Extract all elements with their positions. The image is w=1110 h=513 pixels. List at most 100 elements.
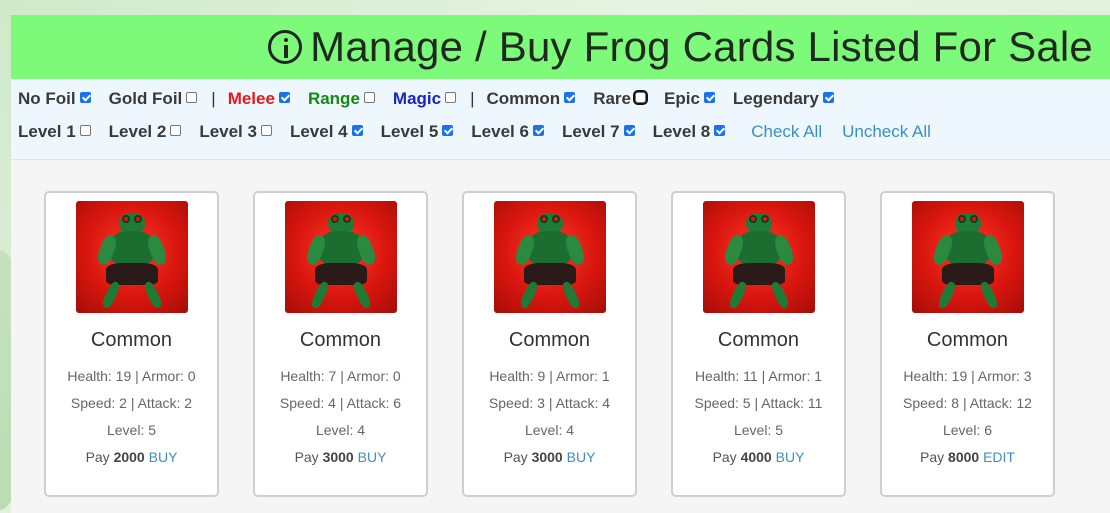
filter-checkbox[interactable] bbox=[79, 124, 91, 136]
filter-checkbox[interactable] bbox=[633, 89, 648, 105]
filter-level-7[interactable]: Level 7 bbox=[562, 122, 635, 142]
filter-checkbox[interactable] bbox=[260, 124, 272, 136]
filter-row-type: No Foil Gold Foil | Melee Range Magic | Common R… bbox=[18, 89, 852, 109]
frog-card[interactable]: Common Health: 19 | Armor: 0 Speed: 2 | … bbox=[44, 191, 219, 497]
card-action-link[interactable]: BUY bbox=[358, 449, 387, 465]
filter-separator: | bbox=[211, 89, 216, 108]
card-speed-attack: Speed: 5 | Attack: 11 bbox=[694, 395, 823, 411]
filter-checkbox[interactable] bbox=[186, 91, 198, 103]
filter-checkbox[interactable] bbox=[442, 124, 454, 136]
filter-checkbox[interactable] bbox=[445, 91, 457, 103]
filter-label: Level 7 bbox=[561, 122, 620, 141]
filter-level-1[interactable]: Level 1 bbox=[18, 122, 91, 142]
filter-label: Level 1 bbox=[18, 122, 76, 141]
filter-separator: | bbox=[470, 89, 475, 108]
filter-no-foil[interactable]: No Foil bbox=[18, 89, 91, 109]
page-title: Manage / Buy Frog Cards Listed For Sale bbox=[310, 23, 1093, 70]
card-price: Pay 2000 BUY bbox=[46, 449, 217, 465]
filter-range[interactable]: Range bbox=[308, 89, 375, 109]
price-value: 2000 bbox=[113, 449, 145, 465]
price-value: 3000 bbox=[531, 449, 563, 465]
pay-label: Pay bbox=[712, 449, 737, 465]
filter-bar: No Foil Gold Foil | Melee Range Magic | Common R… bbox=[11, 79, 1110, 160]
frog-card-image bbox=[284, 201, 397, 313]
filter-common[interactable]: Common bbox=[487, 89, 576, 109]
filter-row-level: Level 1 Level 2 Level 3 Level 4 Level 5 Level… bbox=[18, 122, 951, 142]
filter-label: Gold Foil bbox=[108, 89, 183, 108]
card-health-armor: Health: 7 | Armor: 0 bbox=[280, 368, 401, 384]
filter-checkbox[interactable] bbox=[351, 124, 363, 136]
card-speed-attack: Speed: 4 | Attack: 6 bbox=[279, 395, 402, 411]
filter-level-6[interactable]: Level 6 bbox=[471, 122, 544, 142]
filter-epic[interactable]: Epic bbox=[664, 89, 715, 109]
filter-level-8[interactable]: Level 8 bbox=[653, 122, 726, 142]
filter-checkbox[interactable] bbox=[714, 124, 726, 136]
card-action-link[interactable]: BUY bbox=[776, 449, 805, 465]
frog-card[interactable]: Common Health: 7 | Armor: 0 Speed: 4 | A… bbox=[253, 191, 428, 497]
filter-level-4[interactable]: Level 4 bbox=[290, 122, 363, 142]
card-action-link[interactable]: BUY bbox=[567, 449, 596, 465]
frog-card[interactable]: Common Health: 9 | Armor: 1 Speed: 3 | A… bbox=[462, 191, 637, 497]
card-price: Pay 3000 BUY bbox=[464, 449, 635, 465]
filter-rare[interactable]: Rare bbox=[593, 89, 648, 109]
filter-level-5[interactable]: Level 5 bbox=[381, 122, 454, 142]
filter-checkbox[interactable] bbox=[363, 91, 375, 103]
card-action-link[interactable]: EDIT bbox=[983, 449, 1015, 465]
frog-card-image bbox=[702, 201, 815, 313]
card-speed-attack: Speed: 2 | Attack: 2 bbox=[70, 395, 193, 411]
card-health-armor: Health: 11 | Armor: 1 bbox=[694, 368, 823, 384]
card-level: Level: 4 bbox=[524, 422, 575, 438]
card-level: Level: 4 bbox=[315, 422, 366, 438]
filter-checkbox[interactable] bbox=[703, 91, 715, 103]
filter-label: Level 3 bbox=[199, 122, 257, 141]
card-rarity: Common bbox=[299, 329, 382, 351]
filter-magic[interactable]: Magic bbox=[393, 89, 457, 109]
card-health-armor: Health: 19 | Armor: 0 bbox=[67, 368, 196, 384]
filter-label: Melee bbox=[227, 89, 275, 108]
card-action-link[interactable]: BUY bbox=[149, 449, 178, 465]
pay-label: Pay bbox=[294, 449, 319, 465]
frog-card[interactable]: Common Health: 11 | Armor: 1 Speed: 5 | … bbox=[671, 191, 846, 497]
frog-card-image bbox=[75, 201, 188, 313]
card-rarity: Common bbox=[508, 329, 591, 351]
filter-checkbox[interactable] bbox=[564, 91, 576, 103]
card-price: Pay 8000 EDIT bbox=[882, 449, 1053, 465]
card-rarity: Common bbox=[717, 329, 800, 351]
pay-label: Pay bbox=[503, 449, 528, 465]
frog-card-image bbox=[493, 201, 606, 313]
check-all-link[interactable]: Check All bbox=[751, 122, 822, 142]
card-rarity: Common bbox=[926, 329, 1009, 351]
frog-card-image bbox=[911, 201, 1024, 313]
pay-label: Pay bbox=[920, 449, 945, 465]
filter-checkbox[interactable] bbox=[79, 91, 91, 103]
filter-checkbox[interactable] bbox=[532, 124, 544, 136]
filter-checkbox[interactable] bbox=[170, 124, 182, 136]
filter-label: Level 6 bbox=[471, 122, 529, 141]
filter-label: Level 8 bbox=[652, 122, 711, 141]
card-speed-attack: Speed: 8 | Attack: 12 bbox=[903, 395, 1032, 411]
card-rarity: Common bbox=[90, 329, 173, 351]
pay-label: Pay bbox=[85, 449, 110, 465]
filter-label: Range bbox=[307, 89, 360, 108]
filter-level-3[interactable]: Level 3 bbox=[199, 122, 272, 142]
filter-checkbox[interactable] bbox=[623, 124, 635, 136]
card-price: Pay 3000 BUY bbox=[255, 449, 426, 465]
card-level: Level: 5 bbox=[106, 422, 157, 438]
filter-label: Rare bbox=[593, 89, 631, 108]
filter-level-2[interactable]: Level 2 bbox=[109, 122, 182, 142]
filter-checkbox[interactable] bbox=[822, 91, 834, 103]
card-level: Level: 6 bbox=[942, 422, 993, 438]
filter-label: Level 5 bbox=[380, 122, 439, 141]
filter-label: Level 4 bbox=[289, 122, 348, 141]
price-value: 8000 bbox=[948, 449, 980, 465]
filter-checkbox[interactable] bbox=[278, 91, 290, 103]
filter-label: No Foil bbox=[18, 89, 76, 108]
filter-label: Legendary bbox=[732, 89, 819, 108]
filter-gold-foil[interactable]: Gold Foil bbox=[109, 89, 198, 109]
price-value: 3000 bbox=[322, 449, 354, 465]
frog-card[interactable]: Common Health: 19 | Armor: 3 Speed: 8 | … bbox=[880, 191, 1055, 497]
uncheck-all-link[interactable]: Uncheck All bbox=[842, 122, 931, 142]
filter-melee[interactable]: Melee bbox=[228, 89, 290, 109]
filter-label: Epic bbox=[664, 89, 700, 108]
filter-legendary[interactable]: Legendary bbox=[733, 89, 834, 109]
